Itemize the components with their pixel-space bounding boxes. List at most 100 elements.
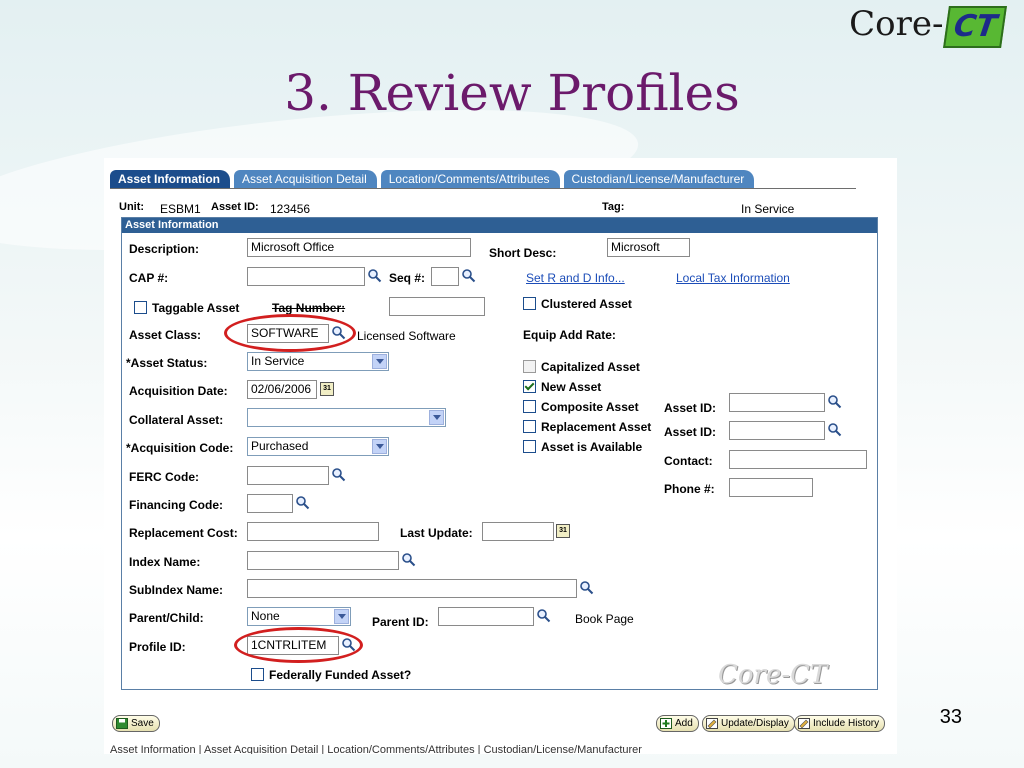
financing-code-search-icon[interactable] <box>295 495 310 510</box>
contact-input[interactable] <box>729 450 867 469</box>
new-asset-label: New Asset <box>541 380 602 394</box>
calendar-icon[interactable]: 31 <box>320 382 334 396</box>
equip-add-rate-label: Equip Add Rate: <box>523 328 616 342</box>
description-input[interactable]: Microsoft Office <box>247 238 471 257</box>
set-rd-info-link[interactable]: Set R and D Info... <box>526 271 625 285</box>
add-label: Add <box>675 718 693 729</box>
subindex-name-input[interactable] <box>247 579 577 598</box>
capitalized-asset-checkbox <box>523 360 536 373</box>
include-history-label: Include History <box>813 718 880 729</box>
seq-search-icon[interactable] <box>461 268 476 283</box>
ferc-code-input[interactable] <box>247 466 329 485</box>
profile-id-label: Profile ID: <box>129 640 186 654</box>
collateral-asset-label: Collateral Asset: <box>129 413 224 427</box>
asset-class-label: Asset Class: <box>129 328 202 342</box>
chevron-down-icon[interactable] <box>334 609 349 624</box>
composite-asset-id-input[interactable] <box>729 393 825 412</box>
chevron-down-icon[interactable] <box>372 354 387 369</box>
chevron-down-icon[interactable] <box>372 439 387 454</box>
parent-id-search-icon[interactable] <box>536 608 551 623</box>
parent-child-value: None <box>251 609 280 623</box>
acquisition-date-label: Acquisition Date: <box>129 384 228 398</box>
unit-value: ESBM1 <box>160 202 201 216</box>
index-name-search-icon[interactable] <box>401 552 416 567</box>
checkmark-icon <box>524 380 535 391</box>
seq-input[interactable] <box>431 267 459 286</box>
composite-asset-id-search-icon[interactable] <box>827 394 842 409</box>
ferc-code-search-icon[interactable] <box>331 467 346 482</box>
short-desc-label: Short Desc: <box>489 246 557 260</box>
book-page-link[interactable]: Book Page <box>575 612 634 626</box>
acquisition-code-label: *Acquisition Code: <box>126 441 234 455</box>
slide-title: 3. Review Profiles <box>284 64 740 122</box>
ferc-code-label: FERC Code: <box>129 470 199 484</box>
tab-asset-information[interactable]: Asset Information <box>110 170 231 188</box>
asset-is-available-checkbox[interactable] <box>523 440 536 453</box>
composite-asset-label: Composite Asset <box>541 400 639 414</box>
taggable-asset-checkbox[interactable] <box>134 301 147 314</box>
save-button[interactable]: Save <box>112 715 160 732</box>
replacement-asset-label: Replacement Asset <box>541 420 652 434</box>
seq-label: Seq #: <box>389 271 426 285</box>
replacement-cost-label: Replacement Cost: <box>129 526 238 540</box>
include-history-icon <box>798 718 810 729</box>
logo-ct-text: CT <box>942 6 1007 48</box>
replacement-asset-id-label: Asset ID: <box>664 425 717 439</box>
federally-funded-checkbox[interactable] <box>251 668 264 681</box>
tab-asset-acquisition-detail[interactable]: Asset Acquisition Detail <box>234 170 377 188</box>
parent-child-select[interactable]: None <box>247 607 351 626</box>
replacement-cost-input[interactable] <box>247 522 379 541</box>
add-button[interactable]: Add <box>656 715 699 732</box>
phone-input[interactable] <box>729 478 813 497</box>
new-asset-checkbox[interactable] <box>523 380 536 393</box>
footer-page-links[interactable]: Asset Information | Asset Acquisition De… <box>110 744 642 754</box>
last-update-input[interactable] <box>482 522 554 541</box>
federally-funded-label: Federally Funded Asset? <box>269 668 412 682</box>
composite-asset-id-label: Asset ID: <box>664 401 717 415</box>
tag-number-input[interactable] <box>389 297 485 316</box>
acquisition-code-value: Purchased <box>251 439 309 453</box>
index-name-input[interactable] <box>247 551 399 570</box>
update-display-label: Update/Display <box>721 718 789 729</box>
financing-code-input[interactable] <box>247 494 293 513</box>
update-display-button[interactable]: Update/Display <box>702 715 795 732</box>
collateral-asset-select[interactable] <box>247 408 446 427</box>
core-ct-logo: Core- CT <box>849 4 1007 50</box>
taggable-asset-label: Taggable Asset <box>152 301 240 315</box>
tag-value: In Service <box>741 202 795 216</box>
tab-custodian-license-manufacturer[interactable]: Custodian/License/Manufacturer <box>563 170 755 188</box>
profile-id-highlight-ring <box>234 627 363 663</box>
tab-bar: Asset Information Asset Acquisition Deta… <box>110 170 758 188</box>
tab-divider <box>110 188 856 189</box>
logo-core-text: Core- <box>849 4 944 44</box>
short-desc-input[interactable]: Microsoft <box>607 238 690 257</box>
parent-id-input[interactable] <box>438 607 534 626</box>
tab-location-comments-attributes[interactable]: Location/Comments/Attributes <box>380 170 560 188</box>
asset-class-highlight-ring <box>224 314 356 352</box>
core-ct-watermark: Core-CT <box>718 660 828 690</box>
subindex-name-label: SubIndex Name: <box>129 583 224 597</box>
parent-child-label: Parent/Child: <box>129 611 204 625</box>
asset-status-select[interactable]: In Service <box>247 352 389 371</box>
replacement-asset-checkbox[interactable] <box>523 420 536 433</box>
replacement-asset-id-search-icon[interactable] <box>827 422 842 437</box>
composite-asset-checkbox[interactable] <box>523 400 536 413</box>
replacement-asset-id-input[interactable] <box>729 421 825 440</box>
asset-is-available-label: Asset is Available <box>541 440 643 454</box>
add-icon <box>660 718 672 729</box>
panel-title: Asset Information <box>122 218 877 233</box>
clustered-asset-checkbox[interactable] <box>523 297 536 310</box>
local-tax-information-link[interactable]: Local Tax Information <box>676 271 790 285</box>
last-update-calendar-icon[interactable]: 31 <box>556 524 570 538</box>
acquisition-code-select[interactable]: Purchased <box>247 437 389 456</box>
include-history-button[interactable]: Include History <box>794 715 886 732</box>
chevron-down-icon[interactable] <box>429 410 444 425</box>
cap-input[interactable] <box>247 267 365 286</box>
save-icon <box>116 718 128 729</box>
acquisition-date-input[interactable]: 02/06/2006 <box>247 380 317 399</box>
asset-id-value: 123456 <box>270 202 311 216</box>
capitalized-asset-label: Capitalized Asset <box>541 360 640 374</box>
unit-label: Unit: <box>119 201 145 213</box>
cap-search-icon[interactable] <box>367 268 382 283</box>
subindex-name-search-icon[interactable] <box>579 580 594 595</box>
